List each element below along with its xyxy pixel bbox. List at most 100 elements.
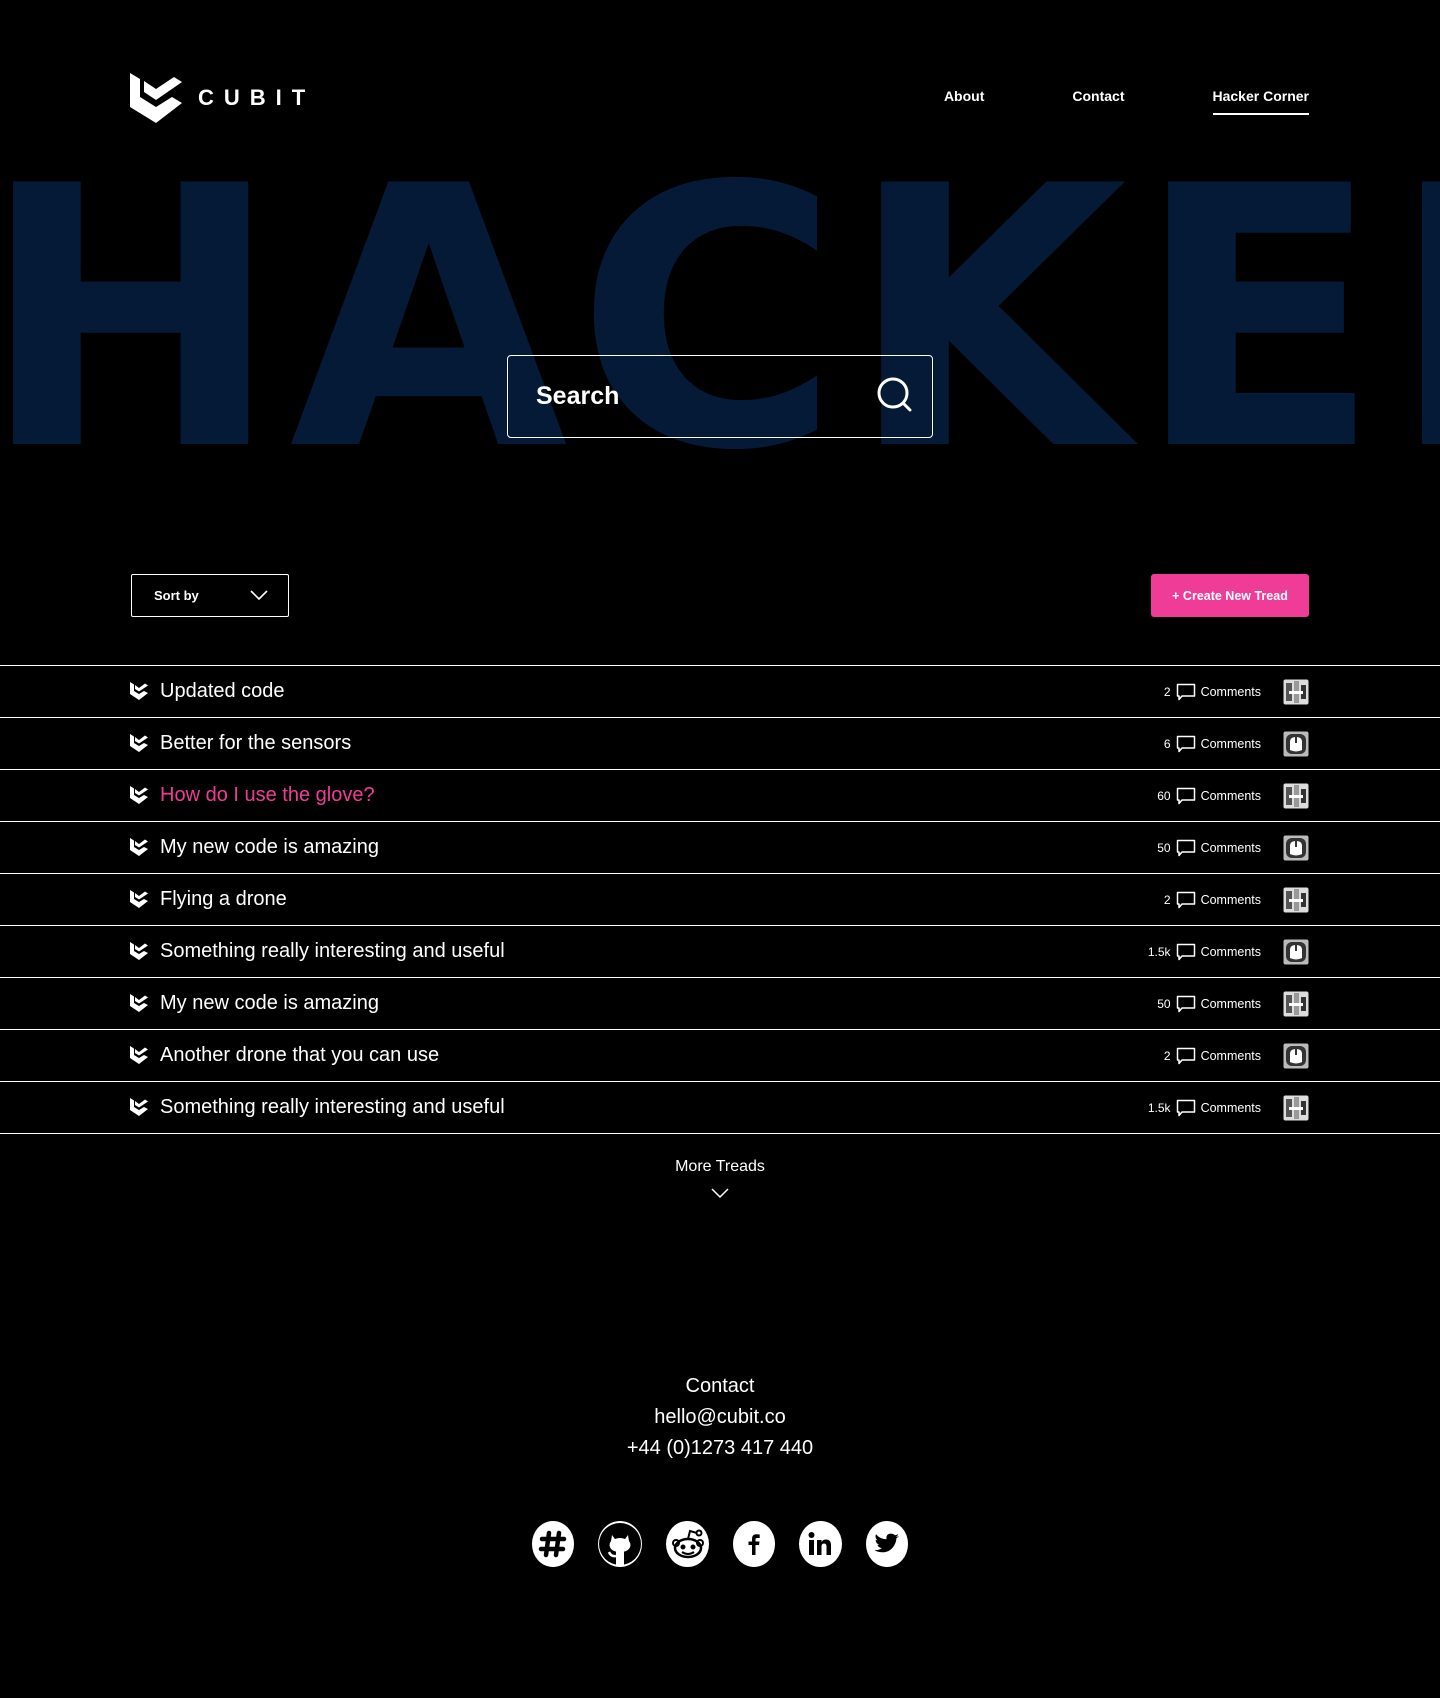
comment-icon: [1176, 891, 1195, 908]
avatar[interactable]: [1283, 1095, 1309, 1121]
brand-logo[interactable]: CUBIT: [130, 72, 315, 124]
linkedin-icon: [808, 1532, 832, 1555]
create-new-tread-button[interactable]: + Create New Tread: [1151, 574, 1309, 617]
brand-name: CUBIT: [198, 85, 316, 110]
cubit-chevron-icon: [130, 994, 148, 1012]
cubit-chevron-icon: [130, 838, 148, 856]
thread-row[interactable]: Better for the sensors 6 Comments: [0, 718, 1440, 770]
avatar[interactable]: [1283, 887, 1309, 913]
facebook-icon: [748, 1534, 760, 1555]
comments-label: Comments: [1200, 996, 1261, 1011]
comments-label: Comments: [1200, 736, 1261, 751]
comments-label: Comments: [1200, 788, 1261, 803]
thread-title[interactable]: Something really interesting and useful: [160, 1096, 505, 1119]
footer-phone[interactable]: +44 (0)1273 417 440: [520, 1433, 920, 1464]
search-bar: [507, 355, 933, 438]
avatar[interactable]: [1283, 783, 1309, 809]
avatar[interactable]: [1283, 835, 1309, 861]
comments-label: Comments: [1200, 1100, 1261, 1115]
more-treads-label: More Treads: [675, 1158, 765, 1175]
facebook-link[interactable]: [732, 1521, 776, 1567]
comment-count: 60: [1157, 788, 1171, 803]
sort-by-dropdown[interactable]: Sort by: [131, 574, 289, 617]
thread-meta: 2 Comments: [1135, 887, 1309, 913]
comments-label: Comments: [1200, 944, 1261, 959]
comments-label: Comments: [1200, 892, 1261, 907]
reddit-icon: [671, 1529, 704, 1559]
comment-count: 1.5k: [1147, 944, 1171, 959]
thread-title[interactable]: My new code is amazing: [160, 836, 379, 859]
comment-icon: [1176, 735, 1195, 752]
search-icon: [877, 377, 912, 412]
avatar[interactable]: [1283, 1043, 1309, 1069]
comment-icon: [1176, 787, 1195, 804]
thread-title[interactable]: Flying a drone: [160, 888, 287, 911]
comment-icon: [1176, 1047, 1195, 1064]
comments-label: Comments: [1200, 840, 1261, 855]
cubit-chevron-icon: [130, 786, 148, 804]
comment-count: 6: [1163, 736, 1171, 751]
comment-count: 2: [1163, 1048, 1171, 1063]
comment-count: 1.5k: [1147, 1100, 1171, 1115]
nav-about[interactable]: About: [944, 88, 984, 113]
nav-contact[interactable]: Contact: [1072, 88, 1124, 113]
footer-contact: Contact hello@cubit.co +44 (0)1273 417 4…: [520, 1371, 920, 1464]
avatar[interactable]: [1283, 939, 1309, 965]
comments-label: Comments: [1200, 1048, 1261, 1063]
cubit-chevron-icon: [130, 1098, 148, 1116]
thread-row[interactable]: My new code is amazing 50 Comments: [0, 978, 1440, 1030]
comment-count: 50: [1157, 840, 1171, 855]
github-icon: [599, 1523, 642, 1565]
thread-title[interactable]: Updated code: [160, 680, 285, 703]
thread-title[interactable]: Another drone that you can use: [160, 1044, 439, 1067]
cubit-chevron-icon: [130, 942, 148, 960]
avatar[interactable]: [1283, 731, 1309, 757]
thread-title[interactable]: How do I use the glove?: [160, 784, 375, 807]
chevron-down-icon: [250, 590, 268, 601]
slack-icon: [538, 1530, 567, 1558]
github-link[interactable]: [598, 1521, 643, 1567]
chevron-down-icon: [711, 1188, 729, 1199]
comment-icon: [1176, 943, 1195, 960]
search-input[interactable]: [534, 381, 858, 412]
cubit-chevron-icon: [130, 734, 148, 752]
footer-email[interactable]: hello@cubit.co: [520, 1402, 920, 1433]
thread-row[interactable]: Something really interesting and useful …: [0, 1082, 1440, 1134]
thread-meta: 1.5k Comments: [1135, 1095, 1309, 1121]
thread-row[interactable]: Updated code 2 Comments: [0, 666, 1440, 718]
linkedin-link[interactable]: [799, 1521, 842, 1567]
thread-row[interactable]: Something really interesting and useful …: [0, 926, 1440, 978]
comment-count: 50: [1157, 996, 1171, 1011]
thread-meta: 2 Comments: [1135, 1043, 1309, 1069]
cubit-logo-icon: [130, 73, 182, 123]
social-links: [520, 1521, 920, 1567]
search-button[interactable]: [876, 376, 914, 417]
main-nav: About Contact Hacker Corner: [856, 88, 1309, 115]
thread-row[interactable]: Flying a drone 2 Comments: [0, 874, 1440, 926]
slack-link[interactable]: [531, 1521, 575, 1567]
cubit-chevron-icon: [130, 890, 148, 908]
comment-icon: [1176, 683, 1195, 700]
thread-title[interactable]: My new code is amazing: [160, 992, 379, 1015]
avatar[interactable]: [1283, 991, 1309, 1017]
thread-title[interactable]: Something really interesting and useful: [160, 940, 505, 963]
thread-list: Updated code 2 Comments Better for the s…: [0, 665, 1440, 1134]
thread-meta: 6 Comments: [1135, 731, 1309, 757]
avatar[interactable]: [1283, 679, 1309, 705]
comment-count: 2: [1163, 892, 1171, 907]
more-treads-button[interactable]: More Treads: [620, 1158, 820, 1199]
thread-row[interactable]: How do I use the glove? 60 Comments: [0, 770, 1440, 822]
nav-hacker-corner[interactable]: Hacker Corner: [1212, 88, 1309, 115]
reddit-link[interactable]: [666, 1521, 709, 1567]
sort-by-label: Sort by: [154, 588, 199, 603]
comment-icon: [1176, 1099, 1195, 1116]
thread-title[interactable]: Better for the sensors: [160, 732, 351, 755]
cubit-chevron-icon: [130, 1046, 148, 1064]
comment-icon: [1176, 995, 1195, 1012]
twitter-icon: [874, 1533, 899, 1553]
twitter-link[interactable]: [865, 1521, 909, 1567]
thread-row[interactable]: My new code is amazing 50 Comments: [0, 822, 1440, 874]
comment-count: 2: [1163, 684, 1171, 699]
cubit-chevron-icon: [130, 682, 148, 700]
thread-row[interactable]: Another drone that you can use 2 Comment…: [0, 1030, 1440, 1082]
